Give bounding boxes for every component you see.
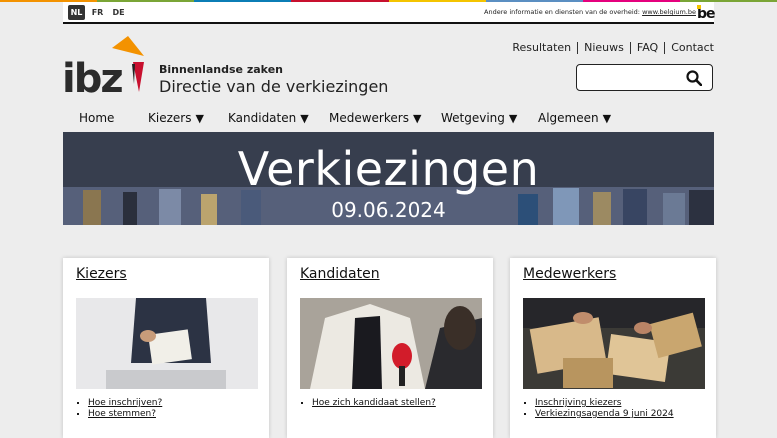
card-kandidaten-photo [300,298,482,389]
nav-kandidaten-label: Kandidaten [228,111,297,125]
link-verkiezingsagenda[interactable]: Verkiezingsagenda 9 juni 2024 [535,409,674,419]
belgium-be-link[interactable]: www.belgium.be [642,8,696,16]
card-medewerkers: Medewerkers Inschrijving kiezers Verkiez… [510,258,716,438]
list-item: Hoe zich kandidaat stellen? [312,398,436,409]
be-logo[interactable]: be [697,5,716,23]
card-kiezers-title[interactable]: Kiezers [76,266,127,282]
language-de[interactable]: DE [110,5,127,20]
ibz-logo[interactable]: ibz [62,34,152,98]
caret-down-icon: ▼ [195,112,204,125]
language-fr[interactable]: FR [89,5,106,20]
top-link-contact[interactable]: Contact [664,42,714,54]
other-info-text: Andere informatie en diensten van de ove… [430,8,696,16]
top-link-resultaten[interactable]: Resultaten [506,42,577,54]
hero-banner: Verkiezingen 09.06.2024 [63,132,714,225]
link-hoe-zich-kandidaat-stellen[interactable]: Hoe zich kandidaat stellen? [312,398,436,408]
card-kandidaten: Kandidaten Hoe zich kandidaat stellen? [287,258,493,438]
banner-title: Verkiezingen [237,142,540,196]
language-nl[interactable]: NL [68,5,85,20]
nav-wetgeving[interactable]: Wetgeving ▼ [441,111,517,125]
nav-wetgeving-label: Wetgeving [441,111,505,125]
nav-home[interactable]: Home [79,111,114,125]
card-kiezers-photo [76,298,258,389]
list-item: Verkiezingsagenda 9 juni 2024 [535,409,674,420]
top-link-nieuws[interactable]: Nieuws [577,42,630,54]
card-medewerkers-photo [523,298,705,389]
caret-down-icon: ▼ [602,112,612,125]
card-medewerkers-title[interactable]: Medewerkers [523,266,616,282]
org-subtitle: Binnenlandse zaken [159,63,283,76]
nav-kiezers-label: Kiezers [148,111,192,125]
federal-header-divider [63,22,714,24]
link-hoe-inschrijven[interactable]: Hoe inschrijven? [88,398,162,408]
other-info-label: Andere informatie en diensten van de ove… [484,8,640,16]
logo-orange-triangle [112,36,144,56]
top-links: Resultaten Nieuws FAQ Contact [506,42,714,54]
logo-dark-shape [132,64,135,84]
link-hoe-stemmen[interactable]: Hoe stemmen? [88,409,156,419]
card-kiezers-links: Hoe inschrijven? Hoe stemmen? [76,398,162,420]
list-item: Inschrijving kiezers [535,398,674,409]
nav-home-label: Home [79,111,115,125]
link-inschrijving-kiezers[interactable]: Inschrijving kiezers [535,398,621,408]
nav-kandidaten[interactable]: Kandidaten ▼ [228,111,309,125]
main-nav: Home Kiezers ▼ Kandidaten ▼ Medewerkers ▼ W… [63,109,714,129]
logo-text: ibz [62,56,122,98]
top-link-faq[interactable]: FAQ [629,42,664,54]
caret-down-icon: ▼ [300,112,309,125]
card-kandidaten-title[interactable]: Kandidaten [300,266,380,282]
org-title[interactable]: Directie van de verkiezingen [159,77,388,96]
caret-down-icon: ▼ [412,112,422,125]
search-icon[interactable] [686,70,702,86]
card-kiezers: Kiezers Hoe inschrijven? Hoe stemmen? [63,258,269,438]
search-input[interactable] [576,64,713,91]
nav-kiezers[interactable]: Kiezers ▼ [148,111,204,125]
banner-date: 09.06.2024 [331,198,446,222]
card-medewerkers-links: Inschrijving kiezers Verkiezingsagenda 9… [523,398,674,420]
nav-medewerkers[interactable]: Medewerkers ▼ [329,111,421,125]
card-kandidaten-links: Hoe zich kandidaat stellen? [300,398,436,409]
nav-algemeen-label: Algemeen [538,111,599,125]
nav-medewerkers-label: Medewerkers [329,111,409,125]
caret-down-icon: ▼ [508,112,518,125]
nav-algemeen[interactable]: Algemeen ▼ [538,111,611,125]
list-item: Hoe stemmen? [88,409,162,420]
list-item: Hoe inschrijven? [88,398,162,409]
